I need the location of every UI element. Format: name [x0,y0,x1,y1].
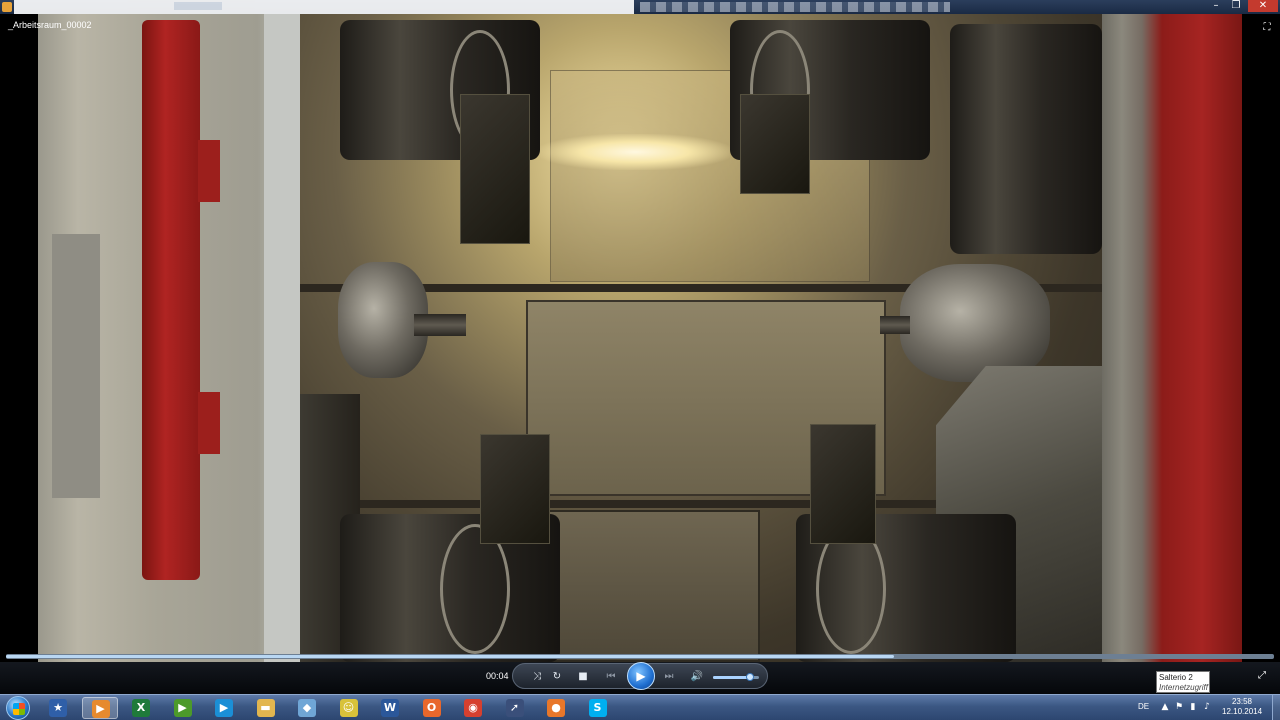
taskbar-app[interactable]: ▶ [81,697,118,719]
taskbar-app[interactable]: S [580,697,616,719]
volume-tray-icon[interactable]: ♪ [1202,702,1212,712]
taskbar-app[interactable]: ▬ [248,697,284,719]
machine-door-right [1102,14,1242,662]
star-app-icon: ★ [49,699,67,717]
tool-holder [460,94,530,244]
taskbar-app[interactable]: O [414,697,450,719]
green-app-icon: ▶ [173,699,192,717]
seek-progress [6,655,894,658]
video-title: _Arbeitsraum_00002 [8,20,92,30]
right-workpiece [880,316,910,334]
red-door-handle [142,20,200,580]
fullscreen-icon[interactable]: ⛶ [1260,22,1274,34]
shuffle-button[interactable]: ⤨ [529,670,545,684]
machine-chamber [300,14,1102,662]
tool-holder [810,424,876,544]
taskbar-app[interactable]: W [372,697,408,719]
taskbar-app[interactable]: ➚ [497,697,533,719]
previous-button[interactable]: ⏮ [603,670,619,684]
tooltip-line1: Salterio 2 [1159,673,1193,682]
volume-slider[interactable] [713,673,759,681]
restore-button[interactable]: ❐ [1226,0,1246,12]
windows-logo-icon [13,703,25,715]
toolbar-strip [640,2,950,12]
show-desktop-button[interactable] [1272,695,1280,720]
taskbar-app[interactable]: ▶ [206,697,242,719]
office-app-icon: O [422,699,441,717]
video-area[interactable]: _Arbeitsraum_00002 ⛶ [0,14,1280,662]
playback-controls: 00:04 ⤨ ↻ ■ ⏮ ▶ ⏭ 🔊 Salterio 2 Internetz… [0,662,1280,694]
tooltip-line2: Internetzugriff [1159,683,1208,692]
switch-to-library-icon[interactable]: ⤢ [1256,670,1268,682]
show-hidden-icons-icon[interactable]: ▲ [1160,702,1170,712]
elapsed-time: 00:04 [486,671,509,681]
right-housing [950,24,1102,254]
next-button[interactable]: ⏭ [661,670,677,684]
folder-icon: ▬ [256,699,275,717]
video-frame [38,14,1242,662]
media-player-icon [2,2,12,12]
left-workpiece [414,314,466,336]
repeat-button[interactable]: ↻ [549,670,565,684]
play-app-icon: ▶ [215,699,233,717]
taskbar-clock[interactable]: 23:58 12.10.2014 [1222,697,1262,717]
tool-holder [480,434,550,544]
taskbar-tooltip: Salterio 2 Internetzugriff [1156,671,1210,693]
arrow-app-icon: ➚ [505,699,524,717]
taskbar-app[interactable]: ◆ [289,697,325,719]
taskbar-app[interactable]: ● [538,697,574,719]
handle-bracket [198,392,220,454]
network-icon[interactable]: ▮ [1188,702,1198,712]
menu-tab[interactable] [174,2,222,10]
door-frame [264,14,300,662]
volume-knob[interactable] [745,673,754,681]
volume-icon[interactable]: 🔊 [689,670,705,684]
media-player-icon: ▶ [91,700,110,718]
taskbar: ★ ▶ X ▶ ▶ ▬ ◆ ☺ W O ◉ ➚ ● S DE ▲ ⚑ ▮ ♪ 23:58 12.10.20… [0,694,1280,720]
close-button[interactable]: ✕ [1248,0,1278,12]
taskbar-app[interactable]: ◉ [455,697,491,719]
system-tray: DE ▲ ⚑ ▮ ♪ 23:58 12.10.2014 [1130,695,1280,720]
handle-bracket [198,140,220,202]
light-reflection [540,134,730,170]
excel-icon: X [132,699,150,717]
media-player-window: – ❐ ✕ _Arbeitsraum_00002 ⛶ 00:04 ⤨ ↻ ■ ⏮… [0,0,1280,720]
taskbar-app[interactable]: ▶ [165,697,201,719]
taskbar-app[interactable]: ★ [40,697,76,719]
clock-time: 23:58 [1231,697,1253,706]
control-cluster: ⤨ ↻ ■ ⏮ ▶ ⏭ 🔊 [512,662,768,690]
minimize-button[interactable]: – [1206,0,1226,12]
word-icon: W [381,699,399,717]
tool-holder [740,94,810,194]
taskbar-app[interactable]: ☺ [331,697,367,719]
clock-date: 12.10.2014 [1222,707,1263,716]
firefox-icon: ● [547,699,565,717]
play-button[interactable]: ▶ [627,662,655,690]
diamond-app-icon: ◆ [298,699,316,717]
language-indicator[interactable]: DE [1138,702,1149,711]
start-button[interactable] [6,696,30,720]
action-center-icon[interactable]: ⚑ [1174,702,1184,712]
chrome-icon: ◉ [464,699,482,717]
taskbar-app[interactable]: X [123,697,159,719]
skype-icon: S [588,699,607,717]
seek-bar[interactable] [6,654,1274,659]
right-spindle [900,264,1050,382]
smiley-app-icon: ☺ [339,699,358,717]
title-bar: – ❐ ✕ [0,0,1280,14]
menu-strip [14,0,634,14]
stop-button[interactable]: ■ [575,670,591,684]
